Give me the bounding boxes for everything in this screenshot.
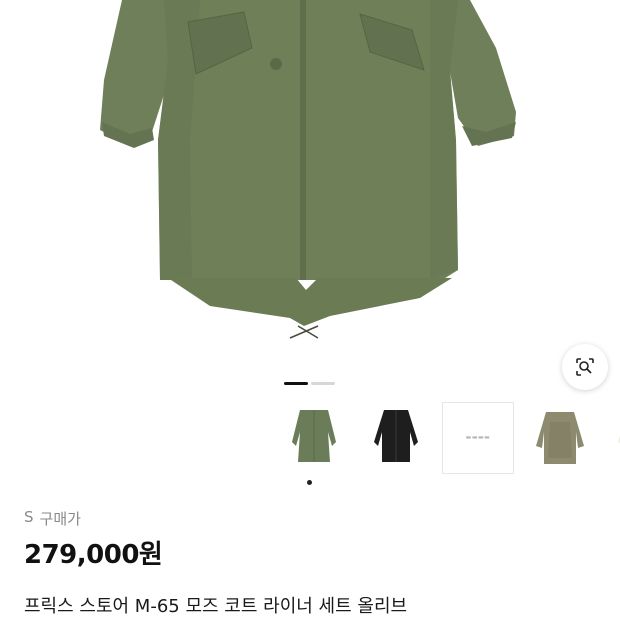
pager-segment-2 (311, 382, 335, 385)
pager-segment-1 (284, 382, 308, 385)
product-price: 279,000원 (24, 540, 163, 570)
thumbnail-black-coat[interactable] (360, 402, 432, 474)
brand-card-mark: ▬▬▬▬ (465, 434, 491, 441)
product-main-image[interactable] (0, 0, 620, 372)
price-type-label: 구매가 (39, 510, 81, 528)
lens-search-icon (576, 358, 594, 376)
olive-coat-image (100, 0, 516, 339)
selected-thumbnail-dot (307, 480, 312, 485)
thumbnail-olive-coat[interactable] (278, 402, 350, 474)
thumbnail-olive-liner[interactable] (524, 402, 596, 474)
thumbnail-brand-card[interactable]: ▬▬▬▬ (442, 402, 514, 474)
size-price-label: S 구매가 (24, 508, 81, 529)
lens-search-button[interactable] (562, 344, 608, 390)
image-pager (284, 382, 335, 385)
product-page: ▬▬▬▬ S 구매가 279,000원 프릭스 스토어 M-65 모즈 코트 라… (0, 0, 620, 620)
size-label: S (24, 508, 34, 526)
product-title: 프릭스 스토어 M-65 모즈 코트 라이너 세트 올리브 (24, 596, 408, 617)
thumbnail-ivory-coat[interactable] (606, 402, 620, 474)
thumbnail-strip: ▬▬▬▬ (278, 402, 620, 476)
